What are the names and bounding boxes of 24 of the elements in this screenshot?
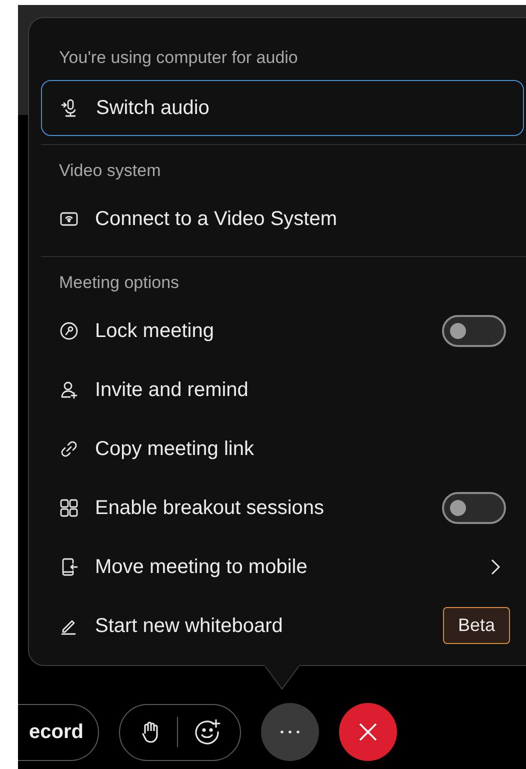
menu-item-label: Connect to a Video System <box>95 206 337 232</box>
menu-item-label: Move meeting to mobile <box>95 554 308 580</box>
menu-item-label: Copy meeting link <box>95 436 254 462</box>
section-header: You're using computer for audio <box>58 47 299 69</box>
more-icon <box>280 730 300 734</box>
menu-item[interactable]: Switch audio <box>41 80 524 136</box>
beta-badge: Beta <box>442 607 510 644</box>
toggle-switch[interactable] <box>442 314 506 346</box>
person-add-icon <box>59 380 79 400</box>
close-icon <box>358 722 378 742</box>
key-icon <box>59 320 79 340</box>
grid-icon <box>59 498 79 518</box>
record-button[interactable]: ecord <box>18 704 100 760</box>
menu-item-label: Start new whiteboard <box>95 614 283 638</box>
menu-item-label: Invite and remind <box>95 378 248 402</box>
link-icon <box>59 438 79 458</box>
chevron-right-icon <box>489 556 501 576</box>
section-header: Meeting options <box>58 272 180 294</box>
section-header: Video system <box>58 160 162 182</box>
menu-item-label: Lock meeting <box>95 318 214 344</box>
toggle-switch[interactable] <box>442 492 506 524</box>
menu-item-label: Enable breakout sessions <box>95 496 324 520</box>
menu-item-label: Switch audio <box>96 96 210 121</box>
emoji-add-icon[interactable] <box>194 718 222 746</box>
